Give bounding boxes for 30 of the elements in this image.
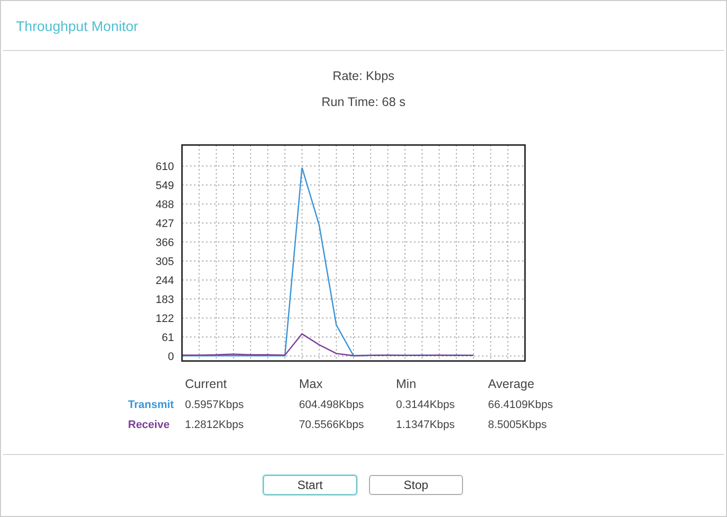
run-time: Run Time: 68 s	[321, 95, 406, 109]
table-cell-text: 8.5005Kbps	[488, 419, 548, 431]
y-axis-label: 61	[162, 332, 174, 344]
table-cell-text: 1.1347Kbps	[396, 419, 456, 431]
legend-label: Receive	[128, 419, 171, 431]
y-axis-label: 610	[156, 161, 174, 173]
y-axis-label: 427	[156, 218, 174, 230]
column-header: Min	[396, 377, 418, 391]
y-axis-label: 183	[156, 294, 174, 306]
y-axis-label: 122	[156, 313, 174, 326]
table-cell-text: 0.3144Kbps	[396, 399, 456, 411]
y-axis-label: 244	[156, 275, 174, 287]
column-header: Average	[488, 377, 536, 391]
table-cell-text: 66.4109Kbps	[488, 399, 554, 411]
action-button[interactable]: Start	[263, 475, 357, 495]
rate-unit: Rate: Kbps	[332, 69, 394, 83]
action-button[interactable]: Stop	[369, 475, 463, 495]
y-axis-label: 305	[156, 256, 174, 268]
table-cell-text: 0.5957Kbps	[185, 399, 245, 411]
y-axis-label: 0	[168, 351, 174, 364]
legend-label: Transmit	[128, 399, 175, 411]
table-cell-text: 70.5566Kbps	[299, 419, 365, 431]
table-cell-text: 604.498Kbps	[299, 399, 365, 411]
y-axis-label: 488	[156, 199, 174, 211]
page-title: Throughput Monitor	[16, 18, 138, 34]
y-axis-label: 366	[156, 237, 174, 249]
column-header: Max	[299, 377, 324, 391]
y-axis-label: 549	[156, 180, 174, 192]
column-header: Current	[185, 377, 228, 391]
table-cell-text: 1.2812Kbps	[185, 419, 245, 431]
